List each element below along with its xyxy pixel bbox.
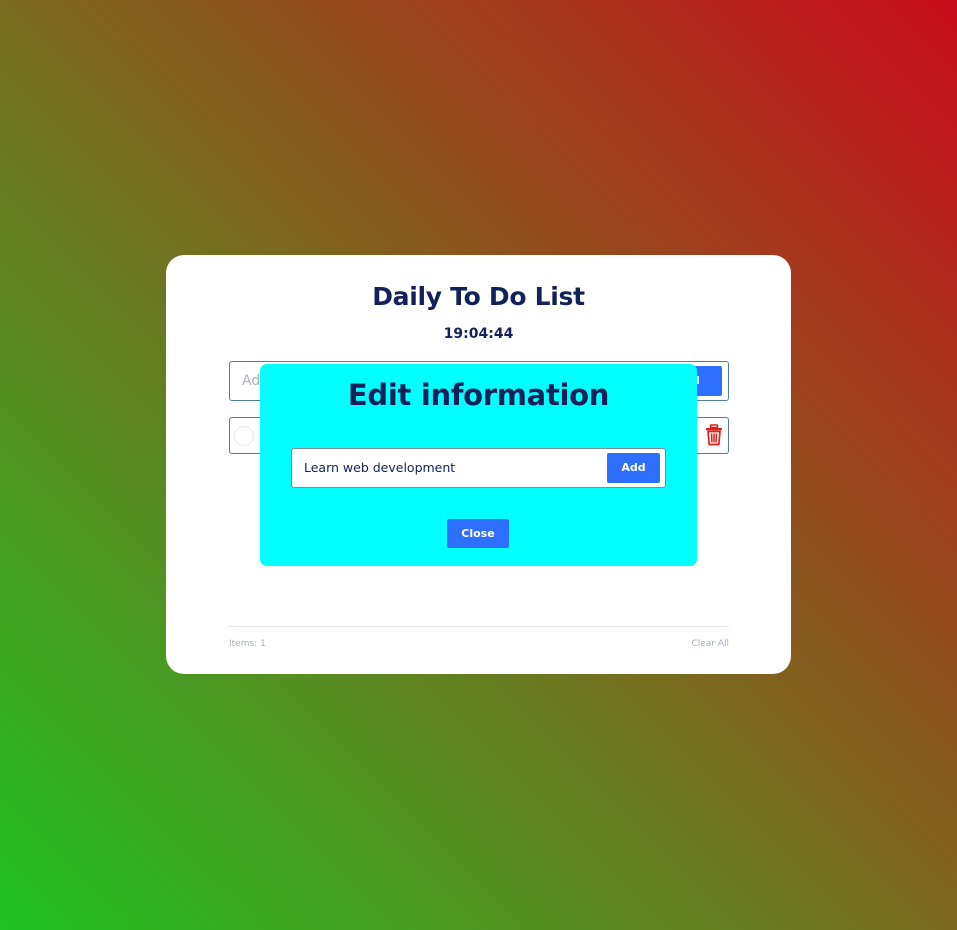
close-button[interactable]: Close xyxy=(447,519,509,548)
clear-all-button[interactable]: Clear All xyxy=(691,639,729,649)
edit-modal: Edit information Learn web development A… xyxy=(260,364,697,566)
modal-title: Edit information xyxy=(347,378,610,412)
clock-display: 19:04:44 xyxy=(443,326,514,342)
page-title: Daily To Do List xyxy=(372,282,585,311)
edit-input[interactable]: Learn web development xyxy=(304,460,455,475)
trash-icon[interactable] xyxy=(705,424,723,446)
divider xyxy=(229,626,729,627)
edit-add-button[interactable]: Add xyxy=(607,453,660,483)
edit-form: Learn web development Add xyxy=(291,448,666,488)
complete-checkbox[interactable] xyxy=(234,426,254,446)
items-count: Items: 1 xyxy=(229,639,266,649)
